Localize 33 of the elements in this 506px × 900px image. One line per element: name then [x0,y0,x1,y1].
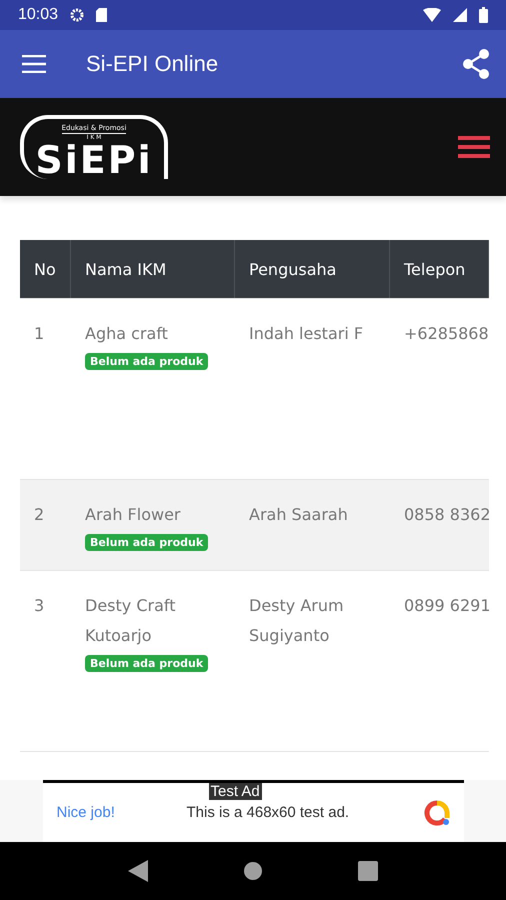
wifi-icon [423,8,441,22]
ad-headline: Nice job! [56,804,116,821]
status-badge: Belum ada produk [85,655,208,672]
status-badge: Belum ada produk [85,353,208,370]
menu-icon[interactable] [458,136,490,158]
row-number: 3 [34,595,44,617]
ad-text: This is a 468x60 test ad. [186,804,350,821]
ikm-name: Desty Craft Kutoarjo [85,595,177,647]
status-time: 10:03 [18,6,58,24]
phone-number: +6285868 [404,323,489,345]
recents-icon[interactable] [358,861,378,881]
battery-icon [479,7,488,23]
phone-number: 0858 8362 [404,504,489,526]
share-icon[interactable] [462,49,490,79]
ad-logo-icon [424,800,450,826]
owner-name: Indah lestari F [249,323,364,345]
sd-card-icon [96,8,108,22]
owner-name: Desty Arum Sugiyanto [249,595,345,647]
row-number: 2 [34,504,44,526]
signal-icon [453,8,467,22]
ikm-name: Agha craft [85,323,168,345]
status-badge: Belum ada produk [85,534,208,551]
logo-text: SiEPi [35,141,153,179]
ikm-name: Arah Flower [85,504,180,526]
home-icon[interactable] [242,861,263,881]
ad-banner[interactable]: Test Ad Nice job! This is a 468x60 test ad. [42,780,464,842]
owner-name: Arah Saarah [249,504,348,526]
row-number: 1 [34,323,44,345]
gear-icon [70,8,84,22]
app-title: Si-EPI Online [86,51,220,77]
ad-label: Test Ad [208,783,262,800]
phone-number: 0899 6291 [404,595,489,617]
back-icon[interactable] [128,860,148,882]
